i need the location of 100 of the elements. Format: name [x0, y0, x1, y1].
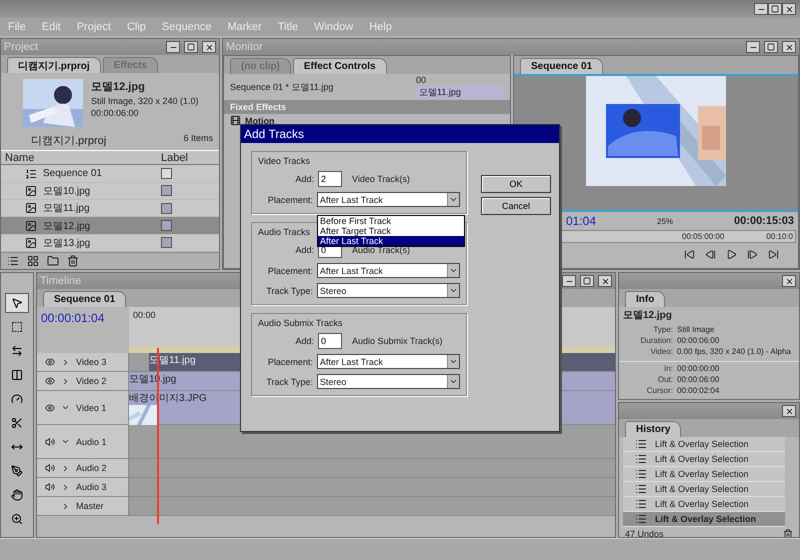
close-icon [784, 406, 794, 416]
speaker-icon[interactable] [45, 436, 55, 446]
trash-icon[interactable] [67, 255, 79, 267]
expand-icon[interactable] [61, 482, 70, 492]
history-item[interactable]: Lift & Overlay Selection [623, 452, 785, 467]
go-to-start-icon[interactable] [684, 249, 695, 260]
maximize-button[interactable] [764, 41, 778, 53]
bin-item-row[interactable]: 모델13.jpg [1, 234, 219, 252]
field-label: Placement: [266, 356, 313, 366]
history-item[interactable]: Lift & Overlay Selection [623, 482, 785, 497]
close-button[interactable] [782, 405, 796, 417]
go-to-end-icon[interactable] [768, 249, 779, 260]
info-label: Out: [656, 374, 673, 385]
history-item[interactable]: Lift & Overlay Selection [623, 437, 785, 452]
close-button[interactable] [782, 275, 796, 287]
bin-item-row[interactable]: 모델11.jpg [1, 200, 219, 218]
info-value: 00:00:06:00 [677, 374, 720, 385]
panel-tab[interactable]: Sequence 01 [520, 58, 604, 74]
clip-bar: 모델11.jpg [416, 86, 504, 99]
bin-item-row[interactable]: Sequence 01 [1, 165, 219, 183]
column-header[interactable]: Label [161, 152, 207, 164]
dashed-square-icon [11, 321, 23, 333]
track-name: Video 1 [76, 402, 106, 412]
trash-icon[interactable] [783, 529, 793, 537]
expand-icon[interactable] [61, 403, 70, 412]
maximize-button[interactable] [768, 3, 782, 15]
clip-duration: 00:00:06:00 [91, 108, 140, 118]
cancel-button[interactable]: Cancel [481, 197, 551, 215]
close-button[interactable] [202, 41, 216, 53]
play-icon[interactable] [726, 249, 737, 260]
count-field[interactable]: 2 [318, 171, 342, 187]
field-label: Add: [294, 336, 314, 346]
info-label: Duration: [640, 335, 673, 346]
info-label: Cursor: [646, 385, 673, 396]
placement-select[interactable]: After Last Track [316, 354, 460, 369]
field-label: Placement: [266, 194, 313, 204]
field-label: Add: [294, 174, 314, 184]
speaker-icon[interactable] [45, 463, 55, 473]
expand-icon[interactable] [61, 376, 70, 386]
step-back-icon[interactable] [705, 249, 716, 260]
minimize-button[interactable] [754, 3, 768, 15]
current-time[interactable]: 01:04 [566, 214, 596, 228]
close-button[interactable] [782, 3, 796, 15]
pen-icon [11, 465, 23, 477]
placement-select[interactable]: After Last Track [316, 263, 460, 278]
clip-name: 모델12.jpg [91, 80, 146, 94]
bin-item-row[interactable]: 모델10.jpg [1, 182, 219, 200]
expand-icon[interactable] [61, 464, 70, 472]
folder-icon[interactable] [47, 255, 59, 267]
group-title: Video Tracks [258, 156, 310, 166]
image-file-icon [25, 202, 37, 214]
icon-view-icon[interactable] [27, 255, 39, 267]
expand-icon[interactable] [61, 502, 70, 510]
column-header[interactable]: Name [5, 152, 161, 164]
maximize-button[interactable] [184, 41, 198, 53]
close-button[interactable] [782, 41, 796, 53]
minimize-button[interactable] [562, 275, 576, 287]
info-value: 00:00:02:04 [677, 385, 720, 396]
expand-icon[interactable] [61, 437, 70, 446]
history-item[interactable]: Lift & Overlay Selection [623, 467, 785, 482]
tool-button[interactable] [5, 293, 29, 313]
eye-icon[interactable] [45, 376, 55, 386]
zoom-icon [11, 513, 23, 525]
clip-name: 모델12.jpg [622, 309, 673, 323]
close-button[interactable] [598, 275, 612, 287]
clip-path: Sequence 01 * 모델11.jpg [230, 80, 334, 94]
placement-select[interactable]: After Last Track [316, 192, 460, 207]
eye-icon[interactable] [45, 357, 55, 367]
expand-icon[interactable] [61, 358, 70, 366]
track-type-select[interactable]: Stereo [316, 374, 460, 389]
duration: 00:00:15:03 [734, 215, 794, 227]
close-icon [204, 42, 214, 52]
panel-tab[interactable]: Info [625, 291, 666, 307]
info-value: Still Image [677, 324, 716, 335]
bin-item-row[interactable]: 모델12.jpg [1, 217, 219, 235]
ruler-label: 00 [416, 75, 428, 86]
panel-tab[interactable]: 디캠지기.prproj [7, 57, 101, 73]
count-field[interactable]: 0 [318, 333, 342, 349]
minimize-button[interactable] [746, 41, 760, 53]
track-name: Audio 3 [76, 482, 107, 492]
maximize-button[interactable] [580, 275, 594, 287]
ok-button[interactable]: OK [481, 175, 551, 193]
track-name: Video 3 [76, 357, 106, 367]
dropdown-option[interactable]: After Last Track [318, 236, 464, 246]
maximize-icon [771, 5, 779, 13]
step-forward-icon[interactable] [747, 249, 758, 260]
panel-title: Timeline [40, 275, 82, 287]
caret-icon [449, 377, 458, 386]
eye-icon[interactable] [45, 402, 55, 412]
maximize-icon [767, 43, 775, 51]
track-type-select[interactable]: Stereo [316, 283, 460, 298]
timecode[interactable]: 00:00:01:04 [41, 311, 104, 325]
minimize-button[interactable] [166, 41, 180, 53]
image-file-icon [25, 184, 37, 197]
panel-tab[interactable]: History [625, 421, 682, 437]
speaker-icon[interactable] [45, 482, 55, 492]
history-item[interactable]: Lift & Overlay Selection [623, 512, 785, 527]
panel-tab[interactable]: Effect Controls [292, 58, 387, 74]
zoom-level[interactable]: 25% [657, 216, 674, 226]
panel-tab[interactable]: Sequence 01 [43, 291, 126, 307]
